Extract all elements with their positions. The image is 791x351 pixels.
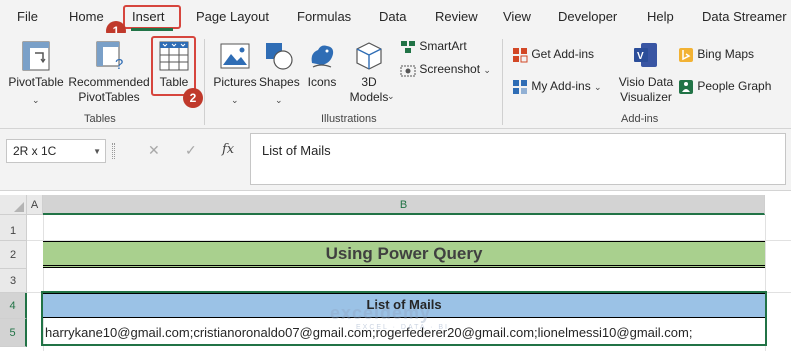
- column-header-b[interactable]: B: [43, 195, 765, 215]
- active-tab-underline: [131, 28, 173, 31]
- chevron-down-icon: ⌄: [387, 91, 395, 101]
- shapes-label: Shapes: [259, 75, 300, 89]
- worksheet-grid: A B 1 2 3 4 5 Using Power Query List of …: [0, 195, 791, 351]
- chevron-down-icon: ▼: [93, 147, 101, 156]
- name-box-value: 2R x 1C: [13, 144, 57, 158]
- my-addins-icon: [513, 80, 527, 94]
- row-header-4[interactable]: 4: [0, 293, 27, 319]
- visio-label-line1: Visio Data: [618, 75, 674, 89]
- menu-formulas[interactable]: Formulas: [297, 9, 351, 24]
- visio-data-visualizer-button[interactable]: V Visio Data Visualizer: [616, 39, 676, 109]
- row-header-2[interactable]: 2: [0, 241, 27, 269]
- get-addins-button[interactable]: Get Add-ins: [512, 47, 594, 63]
- icons-icon: [311, 45, 334, 68]
- icons-label: Icons: [307, 75, 337, 89]
- chevron-down-icon: ⌄: [32, 95, 40, 105]
- 3d-models-label-line1: 3D: [361, 75, 377, 89]
- formula-text: List of Mails: [262, 143, 331, 158]
- smartart-label: SmartArt: [419, 39, 467, 53]
- group-separator: [502, 39, 503, 125]
- menu-data-streamer[interactable]: Data Streamer: [702, 9, 787, 24]
- row-header-3[interactable]: 3: [0, 269, 27, 293]
- screenshot-label: Screenshot: [419, 62, 481, 76]
- smartart-button[interactable]: SmartArt: [400, 39, 467, 54]
- menu-developer[interactable]: Developer: [558, 9, 617, 24]
- screenshot-button[interactable]: Screenshot ⌄: [400, 62, 491, 77]
- recommended-label-line2: PivotTables: [78, 90, 140, 104]
- title-cell-b2[interactable]: Using Power Query: [43, 241, 765, 268]
- 3d-models-button[interactable]: 3D Models ⌄: [343, 39, 395, 111]
- menu-review[interactable]: Review: [435, 9, 478, 24]
- cancel-icon[interactable]: ✕: [148, 142, 160, 159]
- get-addins-label: Get Add-ins: [531, 47, 595, 62]
- pivottable-label: PivotTable: [8, 75, 64, 89]
- bing-maps-label: Bing Maps: [697, 47, 755, 62]
- addins-grid-icon: [513, 48, 528, 63]
- chevron-down-icon: ⌄: [594, 82, 602, 93]
- formula-input[interactable]: List of Mails: [250, 133, 786, 185]
- row-header-1[interactable]: 1: [0, 215, 27, 241]
- recommended-pivottables-button[interactable]: ? Recommended PivotTables: [66, 39, 152, 109]
- chevron-down-icon: ⌄: [275, 95, 283, 105]
- svg-text:?: ?: [115, 56, 123, 71]
- name-box[interactable]: 2R x 1C ▼: [6, 139, 106, 163]
- pivottable-button[interactable]: PivotTable ⌄: [8, 39, 64, 105]
- row-header-5[interactable]: 5: [0, 319, 27, 347]
- my-addins-label: My Add-ins: [531, 79, 591, 94]
- column-header-a[interactable]: A: [27, 195, 43, 215]
- enter-check-icon[interactable]: ✓: [185, 142, 197, 159]
- table-button-highlight: [151, 36, 196, 96]
- bing-maps-button[interactable]: Bing Maps: [678, 47, 754, 63]
- addins-group-label: Add-ins: [621, 113, 659, 125]
- visio-icon: V: [634, 43, 657, 67]
- menu-file[interactable]: File: [17, 9, 38, 24]
- step-badge-2: 2: [183, 88, 203, 108]
- insert-tab-highlight: [123, 5, 181, 29]
- selection-border: [41, 291, 767, 346]
- illustrations-group-label: Illustrations: [321, 113, 377, 125]
- menu-help[interactable]: Help: [647, 9, 674, 24]
- screenshot-icon: [400, 65, 416, 77]
- shapes-button[interactable]: Shapes ⌄: [259, 39, 300, 109]
- menu-bar: File Home Insert Page Layout Formulas Da…: [0, 0, 791, 41]
- pictures-label: Pictures: [213, 75, 257, 89]
- shapes-icon: [266, 43, 293, 70]
- icons-button[interactable]: Icons: [303, 39, 341, 93]
- tables-group-label: Tables: [84, 113, 116, 125]
- menu-view[interactable]: View: [503, 9, 531, 24]
- smartart-icon: [401, 40, 415, 53]
- group-separator: [204, 39, 205, 125]
- recommended-pivottables-icon: ?: [96, 41, 123, 71]
- my-addins-button[interactable]: My Add-ins ⌄: [512, 79, 602, 95]
- bing-icon: [679, 48, 693, 62]
- pivottable-icon: [22, 41, 50, 71]
- formula-buttons: ✕ ✓ fx: [114, 139, 245, 163]
- chevron-down-icon: ⌄: [483, 65, 491, 75]
- select-all-corner[interactable]: [0, 195, 27, 215]
- menu-page-layout[interactable]: Page Layout: [196, 9, 269, 24]
- people-graph-button[interactable]: People Graph: [678, 79, 771, 95]
- people-graph-icon: [679, 80, 693, 94]
- ribbon: PivotTable ⌄ ? Recommended PivotTables T…: [0, 33, 791, 129]
- pictures-button[interactable]: Pictures ⌄: [210, 39, 260, 109]
- chevron-down-icon: ⌄: [231, 95, 239, 105]
- people-graph-label: People Graph: [697, 79, 772, 94]
- recommended-label-line1: Recommended: [68, 75, 150, 89]
- formula-bar: 2R x 1C ▼ ✕ ✓ fx List of Mails: [0, 129, 791, 191]
- insert-function-icon[interactable]: fx: [222, 142, 234, 157]
- menu-home[interactable]: Home: [69, 9, 104, 24]
- visio-label-line2: Visualizer: [620, 90, 672, 104]
- picture-icon: [220, 43, 250, 69]
- cube-icon: [356, 42, 382, 70]
- svg-text:V: V: [637, 51, 644, 62]
- menu-data[interactable]: Data: [379, 9, 406, 24]
